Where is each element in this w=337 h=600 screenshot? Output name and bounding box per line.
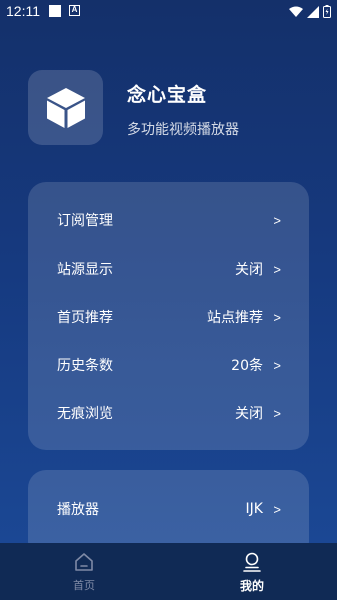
settings-row-value: 关闭 — [235, 406, 263, 422]
app-logo — [28, 70, 103, 145]
settings-row-value: 20条 — [231, 358, 263, 374]
bottom-tab-bar: 首页 我的 — [0, 543, 337, 600]
settings-row-label: 无痕浏览 — [57, 406, 113, 422]
tab-mine-label: 我的 — [239, 579, 264, 593]
settings-row-label: 站源显示 — [57, 262, 113, 278]
settings-row-source-display[interactable]: 站源显示 关闭 > — [28, 249, 309, 289]
chevron-right-icon: > — [273, 261, 281, 277]
app-name: 念心宝盒 — [127, 84, 208, 106]
settings-row-value: 站点推荐 — [207, 310, 263, 326]
chevron-right-icon: > — [273, 212, 281, 228]
settings-row-value: 关闭 — [235, 262, 263, 278]
chevron-right-icon: > — [273, 501, 281, 517]
chevron-right-icon: > — [273, 405, 281, 421]
settings-row-value: IJK — [245, 501, 263, 517]
app-header: 念心宝盒 多功能视频播放器 — [28, 70, 308, 145]
settings-row-history-count[interactable]: 历史条数 20条 > — [28, 345, 309, 385]
settings-row-home-recommend[interactable]: 首页推荐 站点推荐 > — [28, 297, 309, 337]
settings-row-label: 播放器 — [57, 502, 99, 518]
signal-icon — [307, 5, 319, 18]
chevron-right-icon: > — [273, 309, 281, 325]
a-notification-icon: A — [69, 5, 80, 16]
battery-icon — [323, 5, 331, 18]
settings-row-subscription[interactable]: 订阅管理 > — [28, 200, 309, 240]
tab-mine[interactable]: 我的 — [168, 543, 336, 600]
user-icon — [243, 552, 261, 572]
status-time: 12:11 — [6, 3, 40, 19]
cube-icon — [46, 87, 85, 128]
settings-row-incognito[interactable]: 无痕浏览 关闭 > — [28, 393, 309, 433]
settings-row-label: 历史条数 — [57, 358, 113, 374]
settings-row-label: 订阅管理 — [57, 213, 113, 229]
tab-home[interactable]: 首页 — [0, 543, 168, 600]
settings-row-label: 首页推荐 — [57, 310, 113, 326]
status-bar: 12:11 A — [0, 0, 337, 24]
square-notification-icon — [49, 5, 61, 17]
home-icon — [75, 553, 93, 571]
tab-home-label: 首页 — [73, 579, 95, 592]
status-icons — [289, 5, 331, 18]
app-subtitle: 多功能视频播放器 — [127, 122, 239, 138]
wifi-icon — [289, 6, 303, 17]
settings-card-general: 订阅管理 > 站源显示 关闭 > 首页推荐 站点推荐 > 历史条数 20条 > … — [28, 182, 309, 450]
chevron-right-icon: > — [273, 357, 281, 373]
settings-row-player[interactable]: 播放器 IJK > — [28, 489, 309, 529]
